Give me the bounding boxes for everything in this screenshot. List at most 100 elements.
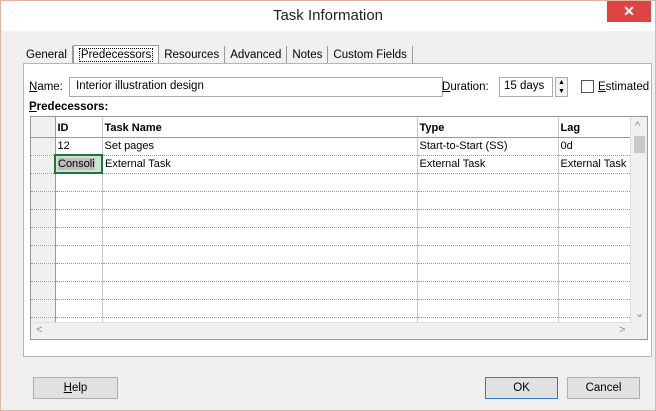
empty-cell[interactable] bbox=[55, 191, 103, 210]
empty-cell[interactable] bbox=[102, 227, 418, 246]
name-field[interactable]: Interior illustration design bbox=[69, 77, 443, 97]
empty-cell[interactable] bbox=[102, 299, 418, 318]
table-row[interactable] bbox=[31, 209, 633, 228]
table-row[interactable]: Consoli External Task External Task Exte… bbox=[31, 154, 633, 174]
tab-notes[interactable]: Notes bbox=[287, 46, 329, 64]
title-bar: Task Information ✕ bbox=[1, 1, 655, 31]
scroll-up-icon[interactable]: ^ bbox=[635, 120, 640, 132]
empty-cell[interactable] bbox=[55, 209, 103, 228]
column-header-id[interactable]: ID bbox=[55, 117, 103, 138]
cell-task-name[interactable]: External Task bbox=[102, 155, 418, 174]
empty-cell[interactable] bbox=[102, 263, 418, 282]
table-row[interactable] bbox=[31, 173, 633, 192]
tab-resources[interactable]: Resources bbox=[159, 46, 226, 64]
row-header[interactable] bbox=[31, 299, 56, 318]
row-header[interactable] bbox=[31, 137, 56, 156]
help-button[interactable]: Help bbox=[33, 377, 118, 399]
table-row[interactable] bbox=[31, 263, 633, 282]
cell-type[interactable]: Start-to-Start (SS) bbox=[417, 137, 559, 156]
estimated-label[interactable]: Estimated bbox=[598, 81, 649, 93]
predecessors-panel: Name: Interior illustration design Durat… bbox=[23, 63, 652, 357]
tab-predecessors[interactable]: Predecessors bbox=[72, 45, 160, 65]
tab-custom-fields[interactable]: Custom Fields bbox=[328, 46, 413, 64]
empty-cell[interactable] bbox=[102, 281, 418, 300]
row-header[interactable] bbox=[31, 209, 56, 228]
empty-cell[interactable] bbox=[558, 173, 633, 192]
cell-task-name[interactable]: Set pages bbox=[102, 137, 418, 156]
row-header[interactable] bbox=[31, 227, 56, 246]
empty-cell[interactable] bbox=[102, 191, 418, 210]
empty-cell[interactable] bbox=[417, 191, 559, 210]
empty-cell[interactable] bbox=[417, 299, 559, 318]
scroll-down-icon[interactable]: ⌄ bbox=[635, 307, 644, 320]
empty-cell[interactable] bbox=[55, 281, 103, 300]
spin-down-icon[interactable]: ▼ bbox=[556, 87, 567, 96]
table-row[interactable] bbox=[31, 245, 633, 264]
row-header[interactable] bbox=[31, 173, 56, 192]
column-header-task-name[interactable]: Task Name bbox=[102, 117, 418, 138]
spin-up-icon[interactable]: ▲ bbox=[556, 78, 567, 87]
vertical-scroll-thumb[interactable] bbox=[634, 136, 645, 153]
table-row[interactable] bbox=[31, 191, 633, 210]
cell-id[interactable]: 12 bbox=[55, 137, 103, 156]
corner-cell bbox=[31, 117, 56, 138]
row-header[interactable] bbox=[31, 191, 56, 210]
empty-cell[interactable] bbox=[417, 245, 559, 264]
empty-cell[interactable] bbox=[102, 173, 418, 192]
row-header[interactable] bbox=[31, 263, 56, 282]
empty-cell[interactable] bbox=[417, 281, 559, 300]
cell-lag[interactable]: 0d bbox=[558, 137, 633, 156]
cancel-button[interactable]: Cancel bbox=[567, 377, 640, 399]
row-header[interactable] bbox=[31, 155, 56, 174]
empty-cell[interactable] bbox=[55, 245, 103, 264]
help-accel: H bbox=[63, 382, 72, 394]
table-row[interactable]: 12 Set pages Start-to-Start (SS) 0d bbox=[31, 137, 633, 156]
row-header[interactable] bbox=[31, 281, 56, 300]
empty-cell[interactable] bbox=[558, 191, 633, 210]
scroll-right-icon[interactable]: > bbox=[619, 324, 625, 336]
empty-cell[interactable] bbox=[55, 299, 103, 318]
predecessors-grid[interactable]: ID Task Name Type Lag 12 Set pages Start… bbox=[30, 116, 648, 340]
empty-cell[interactable] bbox=[558, 281, 633, 300]
row-header[interactable] bbox=[31, 245, 56, 264]
scroll-left-icon[interactable]: < bbox=[36, 324, 42, 336]
empty-cell[interactable] bbox=[55, 173, 103, 192]
cell-id-selected[interactable]: Consoli bbox=[54, 154, 103, 174]
horizontal-scrollbar[interactable]: < > bbox=[31, 322, 632, 339]
predecessors-label-text: redecessors: bbox=[36, 101, 109, 113]
duration-spinner[interactable]: ▲ ▼ bbox=[555, 77, 568, 97]
empty-cell[interactable] bbox=[558, 227, 633, 246]
empty-cell[interactable] bbox=[417, 227, 559, 246]
empty-cell[interactable] bbox=[417, 263, 559, 282]
column-header-type[interactable]: Type bbox=[417, 117, 559, 138]
tab-general[interactable]: General bbox=[23, 46, 73, 64]
empty-cell[interactable] bbox=[558, 245, 633, 264]
name-label: Name: bbox=[29, 81, 63, 93]
empty-cell[interactable] bbox=[558, 299, 633, 318]
empty-cell[interactable] bbox=[102, 245, 418, 264]
header-row: ID Task Name Type Lag bbox=[31, 117, 633, 138]
cell-type[interactable]: External Task bbox=[417, 155, 559, 174]
predecessors-table: ID Task Name Type Lag 12 Set pages Start… bbox=[31, 117, 633, 336]
empty-cell[interactable] bbox=[55, 227, 103, 246]
empty-cell[interactable] bbox=[417, 173, 559, 192]
cell-lag[interactable]: External Task bbox=[558, 155, 633, 174]
vertical-scrollbar[interactable]: ^ ⌄ bbox=[630, 117, 647, 339]
column-header-lag[interactable]: Lag bbox=[558, 117, 633, 138]
tab-advanced[interactable]: Advanced bbox=[225, 46, 288, 64]
estimated-checkbox[interactable] bbox=[581, 80, 594, 93]
empty-cell[interactable] bbox=[558, 263, 633, 282]
table-row[interactable] bbox=[31, 227, 633, 246]
name-label-text: ame: bbox=[37, 81, 63, 93]
duration-field[interactable]: 15 days bbox=[499, 77, 553, 97]
empty-cell[interactable] bbox=[55, 263, 103, 282]
table-row[interactable] bbox=[31, 281, 633, 300]
table-row[interactable] bbox=[31, 299, 633, 318]
predecessors-label-accel: P bbox=[29, 101, 37, 113]
empty-cell[interactable] bbox=[417, 209, 559, 228]
empty-cell[interactable] bbox=[102, 209, 418, 228]
close-button[interactable]: ✕ bbox=[607, 1, 651, 22]
predecessors-label: Predecessors: bbox=[29, 101, 108, 113]
empty-cell[interactable] bbox=[558, 209, 633, 228]
ok-button[interactable]: OK bbox=[485, 377, 558, 399]
